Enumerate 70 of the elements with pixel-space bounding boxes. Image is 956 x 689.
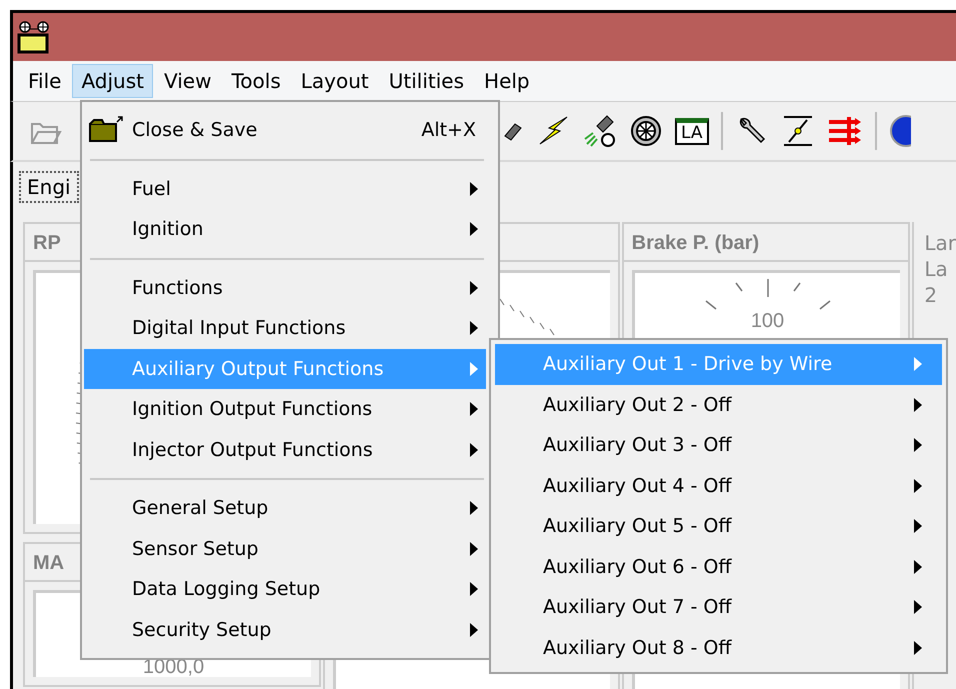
menu-item-label: Digital Input Functions [132, 317, 347, 340]
submenu-arrow-icon [470, 402, 478, 416]
submenu-arrow-icon [470, 222, 478, 236]
submenu-item-label: Auxiliary Out 3 - Off [543, 434, 733, 456]
gauge-reading: 100 [750, 311, 784, 331]
menu-bar-item[interactable]: View [155, 64, 220, 98]
menu-item[interactable]: General Setup [84, 488, 486, 528]
menu-item-label: General Setup [132, 497, 270, 520]
submenu-arrow-icon [470, 582, 478, 596]
submenu-item-label: Auxiliary Out 5 - Off [543, 515, 733, 538]
arrows-icon[interactable] [826, 114, 862, 148]
menu-item-label: Close & Save [132, 119, 258, 142]
submenu-item[interactable]: Auxiliary Out 4 - Off [495, 466, 942, 506]
submenu-arrow-icon [914, 357, 922, 372]
menu-bar-item[interactable]: File [19, 64, 70, 98]
submenu-arrow-icon [470, 622, 478, 637]
submenu-item-label: Auxiliary Out 4 - Off [543, 474, 733, 497]
menu-item-label: Fuel [132, 178, 172, 200]
menu-bar-item[interactable]: Help [475, 64, 539, 98]
submenu-arrow-icon [914, 438, 922, 452]
tab[interactable]: Engi [19, 171, 79, 203]
menu-item-label: Ignition Output Functions [132, 398, 374, 420]
app-icon [17, 20, 51, 54]
submenu-arrow-icon [914, 398, 922, 412]
la-button[interactable]: LA [675, 118, 708, 144]
submenu-arrow-icon [470, 362, 478, 376]
menu-item[interactable]: Digital Input Functions [84, 308, 486, 348]
submenu-arrow-icon [914, 478, 922, 493]
submenu-arrow-icon [914, 519, 922, 534]
submenu-item[interactable]: Auxiliary Out 8 - Off [495, 628, 942, 668]
submenu-arrow-icon [914, 560, 922, 574]
menu-item-label: Injector Output Functions [132, 438, 374, 461]
submenu-item[interactable]: Auxiliary Out 2 - Off [495, 384, 942, 425]
submenu-arrow-icon [470, 321, 478, 336]
menu-item[interactable]: Functions [84, 268, 486, 308]
shortcut-label: Alt+X [421, 119, 476, 142]
submenu-item-label: Auxiliary Out 1 - Drive by Wire [543, 353, 834, 376]
folder-icon [89, 116, 123, 142]
menu-item[interactable]: Fuel [84, 168, 486, 209]
menu-item[interactable]: Ignition Output Functions [84, 389, 486, 430]
menu-item[interactable]: Security Setup [84, 610, 486, 650]
menu-item-label: Auxiliary Output Functions [132, 358, 385, 380]
submenu-item[interactable]: Auxiliary Out 5 - Off [495, 506, 942, 546]
side-panel-text: La [924, 256, 949, 282]
menu-item-label: Security Setup [132, 618, 272, 641]
submenu-item-label: Auxiliary Out 6 - Off [543, 556, 733, 578]
submenu-arrow-icon [470, 501, 478, 516]
turbo-icon[interactable] [629, 114, 663, 148]
menu-bar-item[interactable]: Tools [222, 64, 290, 98]
submenu-item[interactable]: Auxiliary Out 6 - Off [495, 546, 942, 587]
menu-item[interactable]: Injector Output Functions [84, 430, 486, 470]
menu-item-label: Functions [132, 276, 224, 299]
gauge-title: Brake P. (bar) [624, 224, 908, 262]
side-panel-text: 2 [924, 282, 938, 308]
submenu-item-label: Auxiliary Out 7 - Off [543, 596, 733, 618]
side-panel-text: Lar [924, 230, 956, 256]
menu-bar-item[interactable]: Adjust [72, 64, 153, 98]
submenu-item[interactable]: Auxiliary Out 7 - Off [495, 587, 942, 628]
menu-bar-item[interactable]: Layout [292, 64, 378, 98]
submenu-arrow-icon [470, 542, 478, 556]
submenu-item-label: Auxiliary Out 2 - Off [543, 394, 733, 416]
submenu-item[interactable]: Auxiliary Out 3 - Off [495, 425, 942, 466]
submenu-arrow-icon [914, 640, 922, 655]
menu-bar-item[interactable]: Utilities [380, 64, 474, 98]
submenu-arrow-icon [470, 280, 478, 295]
submenu-arrow-icon [470, 182, 478, 196]
submenu-arrow-icon [914, 600, 922, 614]
submenu-arrow-icon [470, 442, 478, 457]
submenu-item-label: Auxiliary Out 8 - Off [543, 636, 733, 659]
menu-item[interactable]: Close & Save Alt+X [84, 110, 486, 150]
